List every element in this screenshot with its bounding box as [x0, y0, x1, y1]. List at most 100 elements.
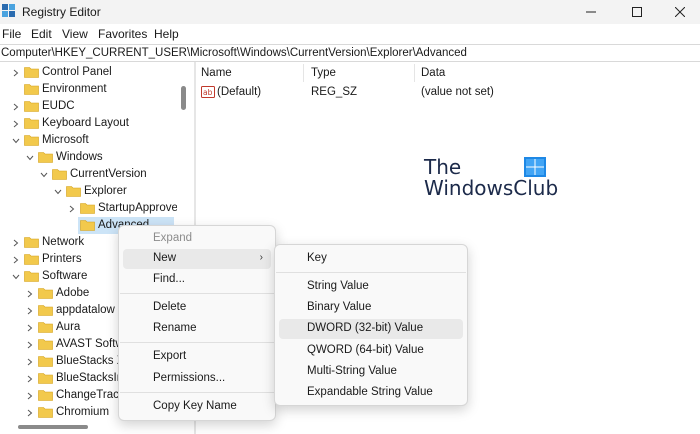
chevron-down-icon[interactable]	[53, 183, 63, 200]
menu-item-permissions[interactable]: Permissions...	[123, 369, 271, 389]
submenu-item-key[interactable]: Key	[279, 249, 463, 269]
svg-text:ab: ab	[203, 88, 213, 97]
menu-item-label: Expandable String Value	[307, 386, 433, 398]
tree-item[interactable]: Environment	[0, 81, 194, 98]
folder-icon	[24, 135, 39, 146]
folder-icon	[38, 390, 53, 401]
menu-item-delete[interactable]: Delete	[123, 298, 271, 318]
chevron-down-icon[interactable]	[11, 268, 21, 285]
tree-item-label: appdatalow	[56, 304, 115, 316]
tree-item-label: CurrentVersion	[70, 168, 147, 180]
folder-icon	[80, 220, 95, 231]
chevron-right-icon[interactable]	[25, 353, 35, 370]
folder-icon	[38, 305, 53, 316]
submenu-item-multi-string-value[interactable]: Multi-String Value	[279, 362, 463, 382]
chevron-right-icon[interactable]	[11, 98, 21, 115]
table-row[interactable]: ab (Default) REG_SZ (value not set)	[196, 84, 700, 101]
menu-edit[interactable]: Edit	[31, 27, 52, 41]
submenu-item-string-value[interactable]: String Value	[279, 277, 463, 297]
submenu-item-qword-value[interactable]: QWORD (64-bit) Value	[279, 341, 463, 361]
column-header-data[interactable]: Data	[421, 67, 445, 79]
tree-item[interactable]: StartupApprove	[0, 200, 194, 217]
minimize-button[interactable]	[568, 0, 614, 24]
address-bar[interactable]: Computer\HKEY_CURRENT_USER\Microsoft\Win…	[0, 44, 700, 62]
menu-item-expand[interactable]: Expand	[123, 229, 271, 249]
menu-item-find[interactable]: Find...	[123, 270, 271, 290]
tree-item[interactable]: Keyboard Layout	[0, 115, 194, 132]
submenu-item-binary-value[interactable]: Binary Value	[279, 298, 463, 318]
submenu-item-dword-value[interactable]: DWORD (32-bit) Value	[279, 319, 463, 339]
close-icon	[675, 7, 685, 17]
column-separator[interactable]	[414, 64, 415, 82]
menu-help[interactable]: Help	[154, 27, 179, 41]
menu-separator	[120, 342, 274, 343]
tree-vertical-scroll-thumb[interactable]	[181, 86, 186, 110]
menu-item-label: Rename	[153, 322, 197, 334]
menu-view[interactable]: View	[62, 27, 88, 41]
windows-club-logo-icon	[524, 157, 546, 177]
tree-item-label: Environment	[42, 83, 107, 95]
folder-icon	[38, 152, 53, 163]
menu-favorites[interactable]: Favorites	[98, 27, 147, 41]
folder-icon	[24, 67, 39, 78]
menu-item-new[interactable]: New ›	[123, 249, 271, 269]
menu-item-export[interactable]: Export	[123, 347, 271, 367]
chevron-right-icon[interactable]	[11, 64, 21, 81]
tree-item-label: AVAST Softw	[56, 338, 124, 350]
folder-icon	[24, 237, 39, 248]
chevron-right-icon[interactable]	[11, 251, 21, 268]
chevron-right-icon[interactable]	[25, 302, 35, 319]
menu-separator	[120, 392, 274, 393]
column-header-type[interactable]: Type	[311, 67, 336, 79]
tree-item[interactable]: EUDC	[0, 98, 194, 115]
tree-item[interactable]: Explorer	[0, 183, 194, 200]
menu-item-label: QWORD (64-bit) Value	[307, 344, 424, 356]
tree-item-label: Network	[42, 236, 85, 248]
tree-item-label: Explorer	[84, 185, 127, 197]
menu-item-rename[interactable]: Rename	[123, 319, 271, 339]
tree-item[interactable]: Windows	[0, 149, 194, 166]
new-submenu: Key String Value Binary Value DWORD (32-…	[274, 244, 468, 406]
chevron-right-icon[interactable]	[25, 336, 35, 353]
tree-item-label: Microsoft	[42, 134, 89, 146]
watermark: The WindowsClub	[424, 157, 558, 199]
chevron-down-icon[interactable]	[11, 132, 21, 149]
menu-file[interactable]: File	[2, 27, 21, 41]
registry-editor-icon	[2, 4, 15, 17]
folder-icon	[66, 186, 81, 197]
column-header-name[interactable]: Name	[201, 67, 232, 79]
menu-item-label: String Value	[307, 280, 369, 292]
chevron-down-icon[interactable]	[25, 149, 35, 166]
string-value-icon: ab	[201, 86, 215, 98]
chevron-right-icon[interactable]	[11, 115, 21, 132]
chevron-right-icon[interactable]	[11, 234, 21, 251]
column-separator[interactable]	[303, 64, 304, 82]
chevron-right-icon[interactable]	[25, 319, 35, 336]
menu-item-label: Copy Key Name	[153, 400, 237, 412]
chevron-right-icon[interactable]	[67, 200, 77, 217]
close-button[interactable]	[660, 0, 700, 24]
submenu-item-expandable-string-value[interactable]: Expandable String Value	[279, 383, 463, 403]
folder-icon	[80, 203, 95, 214]
maximize-button[interactable]	[614, 0, 660, 24]
folder-icon	[38, 339, 53, 350]
tree-item-label: Adobe	[56, 287, 90, 299]
menu-separator	[120, 293, 274, 294]
chevron-right-icon[interactable]	[25, 387, 35, 404]
chevron-right-icon[interactable]	[25, 285, 35, 302]
tree-item-label: Control Panel	[42, 66, 112, 78]
menu-item-label: New	[153, 252, 177, 264]
chevron-down-icon[interactable]	[39, 166, 49, 183]
tree-item-label: Printers	[42, 253, 82, 265]
title-bar: Registry Editor	[0, 0, 700, 24]
tree-item-label: Aura	[56, 321, 81, 333]
menu-item-copy-key-name[interactable]: Copy Key Name	[123, 397, 271, 417]
tree-item[interactable]: CurrentVersion	[0, 166, 194, 183]
chevron-right-icon[interactable]	[25, 370, 35, 387]
tree-horizontal-scroll-thumb[interactable]	[18, 425, 88, 429]
tree-item[interactable]: Control Panel	[0, 64, 194, 81]
menu-item-label: DWORD (32-bit) Value	[307, 322, 424, 334]
tree-item[interactable]: Microsoft	[0, 132, 194, 149]
tree-item-label: Windows	[56, 151, 103, 163]
value-data: (value not set)	[421, 86, 494, 98]
